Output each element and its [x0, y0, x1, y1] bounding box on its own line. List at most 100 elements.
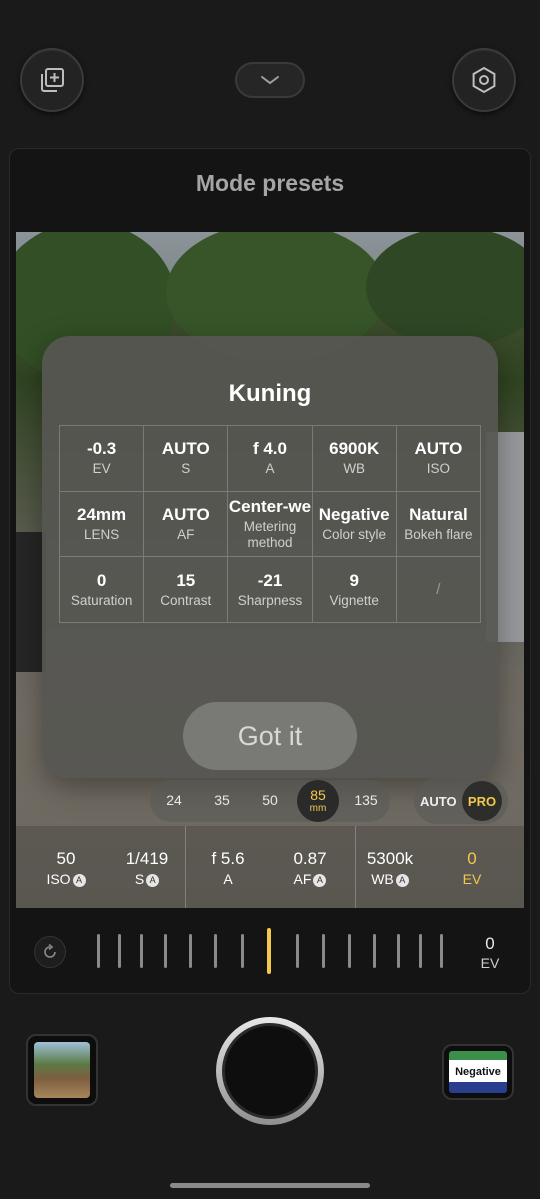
dial-tick: [348, 934, 351, 968]
param-wb-label: WB A: [350, 871, 430, 887]
auto-badge: A: [395, 873, 409, 887]
setting-shutter: AUTO S: [144, 426, 229, 492]
setting-lens: 24mm LENS: [60, 491, 145, 558]
dial-tick: [140, 934, 143, 968]
param-aperture-value[interactable]: f 5.6: [188, 849, 268, 869]
setting-af: AUTO AF: [144, 491, 229, 558]
auto-badge: A: [72, 873, 86, 887]
setting-label: WB: [343, 461, 366, 477]
param-wb-value[interactable]: 5300k: [350, 849, 430, 869]
param-shutter-label: SA: [107, 871, 187, 887]
param-iso-value[interactable]: 50: [26, 849, 106, 869]
setting-label: A: [265, 461, 275, 477]
param-af-label: AF A: [270, 871, 350, 887]
setting-value: 6900K: [329, 439, 380, 459]
preset-settings-grid: -0.3 EV AUTO S f 4.0 A 6900K WB AUTO ISO 24mm…: [59, 425, 481, 623]
dial-tick: [164, 934, 167, 968]
focal-selected-value: 85: [310, 787, 326, 803]
dial-tick: [419, 934, 422, 968]
setting-label: Saturation: [70, 592, 133, 608]
setting-value: -21: [257, 570, 283, 590]
param-shutter-value[interactable]: 1/419: [107, 849, 187, 869]
setting-label: Bokeh flare: [404, 526, 473, 542]
setting-sharpness: -21 Sharpness: [228, 557, 313, 623]
setting-label: AF: [177, 526, 195, 542]
chevron-down-icon: [261, 76, 279, 85]
setting-value: 15: [176, 570, 196, 590]
film-style-label: Negative: [449, 1051, 507, 1093]
param-iso-label: ISO A: [26, 871, 106, 887]
setting-label: LENS: [83, 526, 120, 542]
hexagon-settings-icon: [472, 66, 496, 94]
dial-tick-current: [267, 928, 271, 974]
param-ev-label: EV: [462, 871, 482, 887]
reset-icon: [44, 943, 56, 958]
setting-metering: Center-we Metering method: [228, 491, 313, 558]
setting-wb: 6900K WB: [312, 426, 397, 492]
dial-tick: [97, 934, 100, 968]
setting-bokeh-flare: Natural Bokeh flare: [396, 491, 481, 558]
param-label-text: AF: [293, 871, 312, 887]
page-title: Mode presets: [195, 170, 345, 196]
param-ev-value[interactable]: 0: [432, 849, 512, 869]
param-af-value[interactable]: 0.87: [270, 849, 350, 869]
focal-option-selected[interactable]: 85 mm: [297, 780, 339, 822]
collapse-button[interactable]: [235, 62, 305, 98]
dial-tick: [189, 934, 192, 968]
setting-value: Center-we: [228, 496, 312, 516]
setting-ev: -0.3 EV: [60, 426, 145, 492]
dial-tick: [214, 934, 217, 968]
gallery-thumbnail[interactable]: [26, 1034, 98, 1106]
dial-tick: [373, 934, 376, 968]
setting-aperture: f 4.0 A: [228, 426, 313, 492]
dial-tick: [118, 934, 121, 968]
home-indicator[interactable]: [170, 1183, 370, 1188]
setting-label: EV: [92, 461, 111, 477]
dial-tick: [397, 934, 400, 968]
got-it-button[interactable]: Got it: [183, 702, 357, 770]
ev-dial-label: EV: [480, 955, 500, 971]
preset-name: Kuning: [228, 380, 312, 407]
setting-value: Natural: [409, 504, 468, 524]
setting-label: ISO: [426, 461, 451, 477]
setting-contrast: 15 Contrast: [144, 557, 229, 623]
focal-option[interactable]: 135: [346, 792, 386, 808]
setting-label: S: [181, 461, 191, 477]
setting-empty: /: [396, 557, 481, 623]
add-layer-icon: [41, 68, 64, 92]
setting-label: Color style: [322, 526, 387, 542]
shutter-inner: [222, 1023, 318, 1119]
setting-value: 9: [349, 570, 359, 590]
add-preset-button[interactable]: [20, 48, 84, 112]
dial-tick: [440, 934, 443, 968]
param-label-text: S: [134, 871, 145, 887]
auto-badge: A: [146, 873, 160, 887]
focal-option[interactable]: 24: [154, 792, 194, 808]
setting-vignette: 9 Vignette: [312, 557, 397, 623]
film-style-button[interactable]: Negative: [442, 1044, 514, 1100]
focal-option[interactable]: 35: [202, 792, 242, 808]
last-photo-image: [34, 1042, 90, 1098]
auto-badge: A: [313, 873, 327, 887]
reset-button[interactable]: [34, 936, 66, 968]
setting-value: 0: [96, 570, 107, 590]
dial-tick: [322, 934, 325, 968]
param-label-text: ISO: [46, 871, 71, 887]
shutter-button[interactable]: [216, 1017, 324, 1125]
setting-value: -0.3: [86, 439, 117, 459]
param-aperture-label: A: [223, 871, 233, 887]
focal-option[interactable]: 50: [250, 792, 290, 808]
setting-saturation: 0 Saturation: [60, 557, 145, 623]
settings-button[interactable]: [452, 48, 516, 112]
setting-label: Metering method: [243, 518, 297, 550]
setting-empty-mark: /: [436, 581, 441, 599]
setting-label: Sharpness: [237, 592, 303, 608]
mode-pro[interactable]: PRO: [462, 781, 502, 821]
setting-value: AUTO: [161, 439, 210, 459]
setting-value: Negative: [318, 504, 390, 524]
setting-label: Contrast: [160, 592, 212, 608]
setting-value: AUTO: [414, 439, 463, 459]
setting-value: f 4.0: [252, 439, 287, 459]
mode-auto[interactable]: AUTO: [420, 794, 457, 809]
dial-tick: [296, 934, 299, 968]
